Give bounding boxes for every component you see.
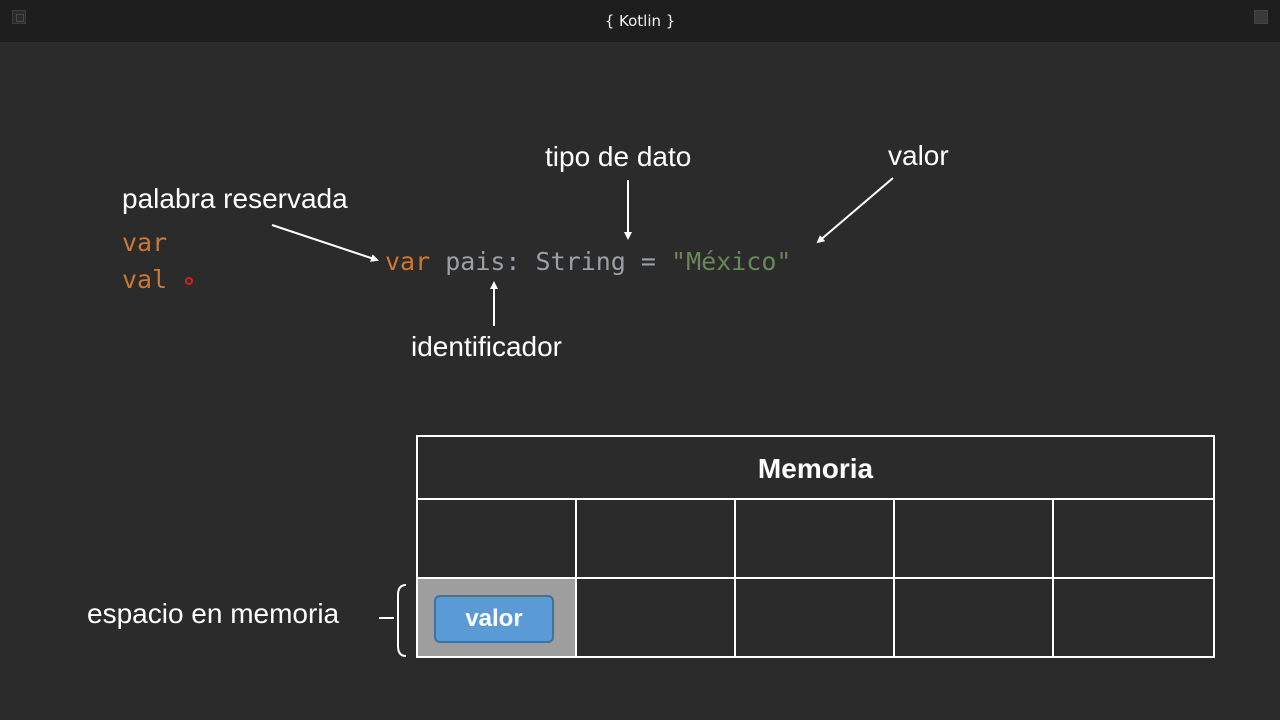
memory-cell [577, 579, 736, 656]
memory-cell [895, 579, 1054, 656]
memory-cell [736, 500, 895, 579]
code-keyword: var [385, 247, 431, 276]
memory-cell [1054, 500, 1213, 579]
code-equals: = [640, 247, 656, 276]
memory-table: Memoria valor [416, 435, 1215, 658]
memory-cell [1054, 579, 1213, 656]
code-line: var pais: String = "México" [385, 247, 791, 276]
code-type: String [535, 247, 626, 276]
keyword-val: val [122, 265, 168, 294]
memory-space-label: espacio en memoria [87, 598, 340, 629]
code-value: "México" [671, 247, 792, 276]
memory-cell [895, 500, 1054, 579]
data-type-label: tipo de dato [545, 141, 692, 172]
memory-cell [418, 500, 577, 579]
value-chip: valor [434, 595, 554, 643]
keyword-var: var [122, 228, 168, 257]
memory-cell [577, 500, 736, 579]
code-identifier: pais: [445, 247, 521, 276]
window-title: { Kotlin } [604, 12, 676, 30]
presentation-window: { Kotlin } palabra reservada tipo de dat… [0, 0, 1280, 720]
memory-cell [736, 579, 895, 656]
identifier-label: identificador [411, 331, 562, 362]
window-control-icon[interactable] [1254, 10, 1268, 24]
title-bar: { Kotlin } [0, 0, 1280, 42]
memory-cell-occupied: valor [418, 579, 577, 656]
keyword-label: palabra reservada [122, 183, 348, 214]
memory-title: Memoria [418, 437, 1213, 500]
value-label: valor [888, 140, 949, 171]
pointer-dot [185, 277, 193, 285]
